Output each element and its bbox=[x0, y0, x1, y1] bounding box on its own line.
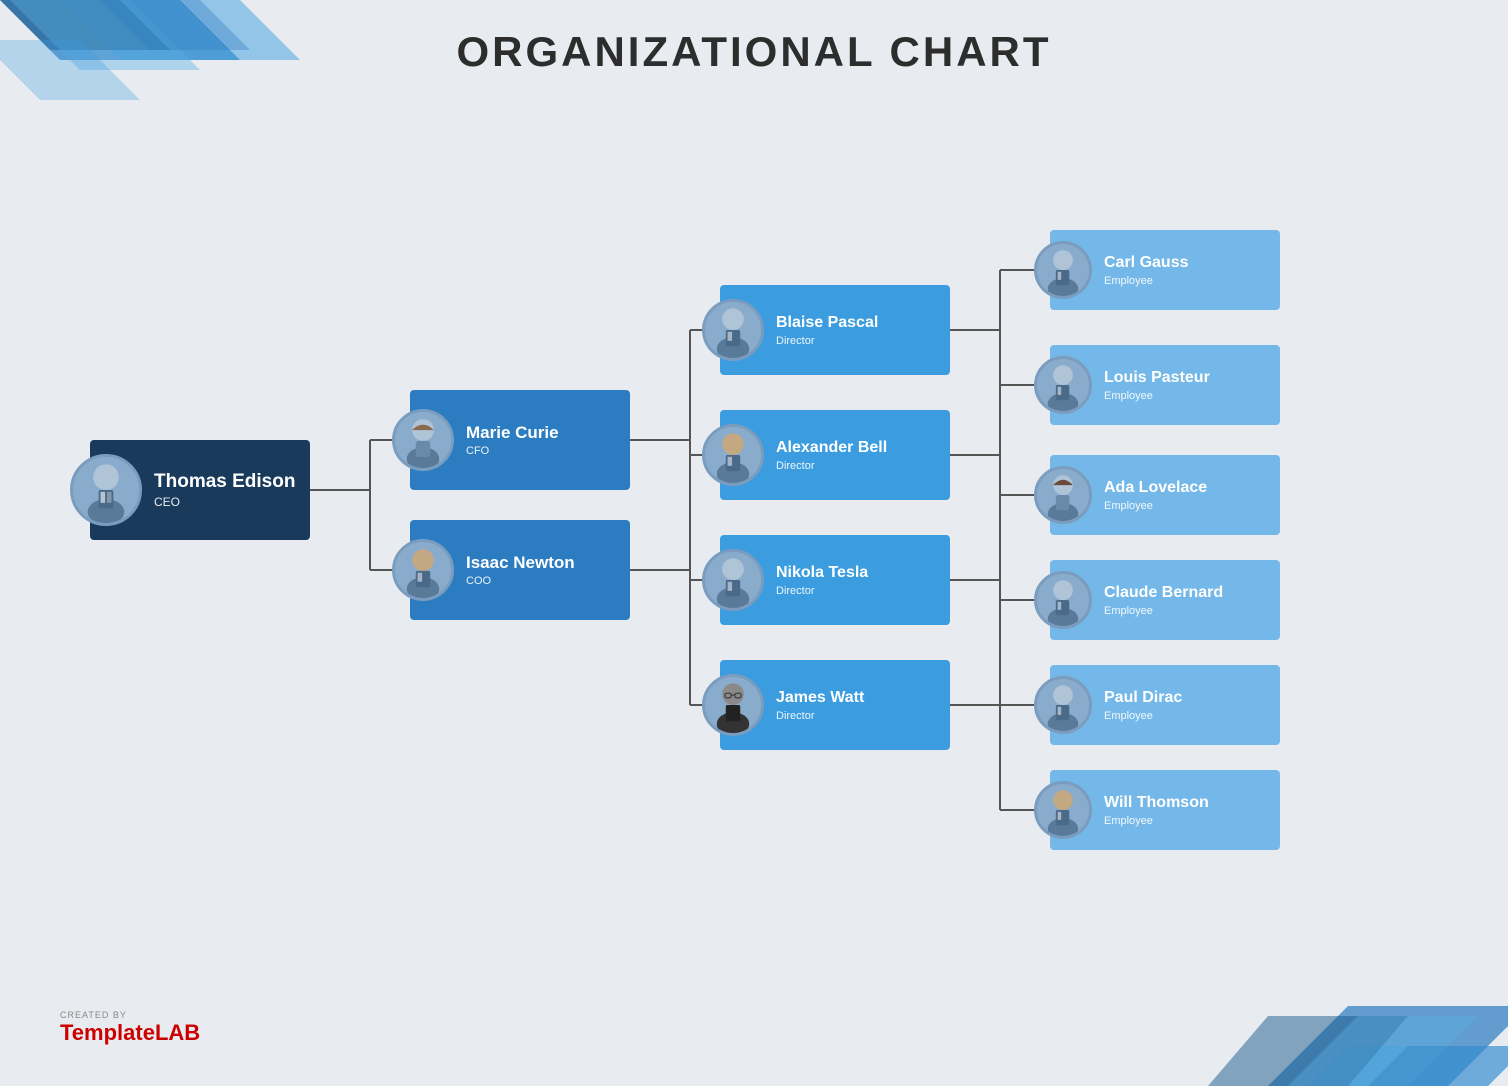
chart-area: Thomas Edison CEO Marie Curie CFO bbox=[40, 100, 1468, 986]
louis-name: Louis Pasteur bbox=[1104, 368, 1210, 387]
ada-avatar bbox=[1034, 466, 1092, 524]
marie-curie-node: Marie Curie CFO bbox=[410, 390, 630, 490]
blaise-name: Blaise Pascal bbox=[776, 313, 878, 332]
isaac-name: Isaac Newton bbox=[466, 553, 575, 573]
footer-brand-plain: Template bbox=[60, 1020, 155, 1045]
marie-avatar bbox=[392, 409, 454, 471]
nikola-text: Nikola Tesla Director bbox=[776, 563, 868, 596]
alexander-text: Alexander Bell Director bbox=[776, 438, 887, 471]
marie-name: Marie Curie bbox=[466, 423, 559, 443]
footer-brand: TemplateLAB bbox=[60, 1020, 200, 1046]
marie-title: CFO bbox=[466, 445, 559, 457]
claude-text: Claude Bernard Employee bbox=[1104, 583, 1223, 616]
alexander-avatar bbox=[702, 424, 764, 486]
ada-title: Employee bbox=[1104, 500, 1207, 512]
blaise-title: Director bbox=[776, 335, 878, 347]
footer-created-label: CREATED BY bbox=[60, 1010, 200, 1020]
james-text: James Watt Director bbox=[776, 688, 864, 721]
ceo-title: CEO bbox=[154, 495, 295, 509]
will-text: Will Thomson Employee bbox=[1104, 793, 1209, 826]
marie-text: Marie Curie CFO bbox=[466, 423, 559, 457]
isaac-title: COO bbox=[466, 575, 575, 587]
carl-avatar bbox=[1034, 241, 1092, 299]
paul-text: Paul Dirac Employee bbox=[1104, 688, 1182, 721]
isaac-avatar bbox=[392, 539, 454, 601]
nikola-tesla-node: Nikola Tesla Director bbox=[720, 535, 950, 625]
louis-text: Louis Pasteur Employee bbox=[1104, 368, 1210, 401]
ada-lovelace-node: Ada Lovelace Employee bbox=[1050, 455, 1280, 535]
claude-name: Claude Bernard bbox=[1104, 583, 1223, 602]
ceo-node: Thomas Edison CEO bbox=[90, 440, 310, 540]
ada-name: Ada Lovelace bbox=[1104, 478, 1207, 497]
claude-title: Employee bbox=[1104, 605, 1223, 617]
louis-title: Employee bbox=[1104, 390, 1210, 402]
ceo-text: Thomas Edison CEO bbox=[154, 471, 295, 510]
page-title: ORGANIZATIONAL CHART bbox=[0, 28, 1508, 76]
claude-avatar bbox=[1034, 571, 1092, 629]
james-name: James Watt bbox=[776, 688, 864, 707]
will-title: Employee bbox=[1104, 815, 1209, 827]
carl-gauss-node: Carl Gauss Employee bbox=[1050, 230, 1280, 310]
nikola-title: Director bbox=[776, 585, 868, 597]
paul-dirac-node: Paul Dirac Employee bbox=[1050, 665, 1280, 745]
isaac-newton-node: Isaac Newton COO bbox=[410, 520, 630, 620]
louis-avatar bbox=[1034, 356, 1092, 414]
alexander-bell-node: Alexander Bell Director bbox=[720, 410, 950, 500]
carl-name: Carl Gauss bbox=[1104, 253, 1188, 272]
blaise-avatar bbox=[702, 299, 764, 361]
alexander-title: Director bbox=[776, 460, 887, 472]
blaise-pascal-node: Blaise Pascal Director bbox=[720, 285, 950, 375]
footer: CREATED BY TemplateLAB bbox=[60, 1010, 200, 1046]
ceo-name: Thomas Edison bbox=[154, 471, 295, 494]
isaac-text: Isaac Newton COO bbox=[466, 553, 575, 587]
james-watt-node: James Watt Director bbox=[720, 660, 950, 750]
james-title: Director bbox=[776, 710, 864, 722]
will-thomson-node: Will Thomson Employee bbox=[1050, 770, 1280, 850]
paul-title: Employee bbox=[1104, 710, 1182, 722]
carl-title: Employee bbox=[1104, 275, 1188, 287]
nikola-avatar bbox=[702, 549, 764, 611]
alexander-name: Alexander Bell bbox=[776, 438, 887, 457]
will-name: Will Thomson bbox=[1104, 793, 1209, 812]
ceo-avatar bbox=[70, 454, 142, 526]
will-avatar bbox=[1034, 781, 1092, 839]
blaise-text: Blaise Pascal Director bbox=[776, 313, 878, 346]
ada-text: Ada Lovelace Employee bbox=[1104, 478, 1207, 511]
paul-name: Paul Dirac bbox=[1104, 688, 1182, 707]
carl-text: Carl Gauss Employee bbox=[1104, 253, 1188, 286]
claude-bernard-node: Claude Bernard Employee bbox=[1050, 560, 1280, 640]
nikola-name: Nikola Tesla bbox=[776, 563, 868, 582]
james-avatar bbox=[702, 674, 764, 736]
paul-avatar bbox=[1034, 676, 1092, 734]
louis-pasteur-node: Louis Pasteur Employee bbox=[1050, 345, 1280, 425]
footer-brand-bold: LAB bbox=[155, 1020, 200, 1045]
